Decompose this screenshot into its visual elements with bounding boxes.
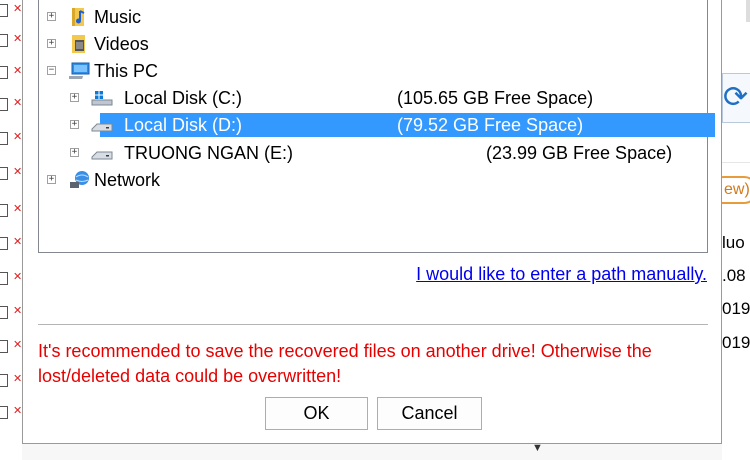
background-row: ✕	[0, 30, 24, 52]
ok-button[interactable]: OK	[265, 397, 368, 430]
background-row: ✕	[0, 302, 24, 324]
free-space-label: (23.99 GB Free Space)	[486, 143, 673, 163]
deleted-marker-icon: ✕	[13, 236, 23, 248]
background-text: 019	[722, 333, 750, 352]
file-checkbox[interactable]	[0, 34, 8, 47]
background-row: ✕	[0, 163, 24, 185]
background-text: luo	[722, 233, 745, 252]
tree-item-label: Music	[94, 7, 142, 27]
background-row: ✕	[0, 0, 24, 22]
free-space-label: (79.52 GB Free Space)	[397, 115, 584, 135]
file-checkbox[interactable]	[0, 204, 8, 217]
deleted-marker-icon: ✕	[13, 203, 23, 215]
expand-icon[interactable]: +	[47, 39, 56, 48]
drive-icon	[91, 151, 113, 160]
background-row: ✕	[0, 62, 24, 84]
tree-item-network[interactable]: + Network	[39, 168, 707, 193]
file-checkbox[interactable]	[0, 66, 8, 79]
background-right-panel: ⟳ ew) luo .08 019 019	[722, 0, 750, 460]
warning-message: It's recommended to save the recovered f…	[38, 341, 652, 386]
scrollbar-edge	[746, 0, 750, 22]
collapse-icon[interactable]: −	[47, 66, 56, 75]
file-checkbox[interactable]	[0, 306, 8, 319]
background-bottom-bar: ▼	[22, 442, 722, 460]
tree-item-music[interactable]: + Music	[39, 5, 707, 30]
tree-item-videos[interactable]: + Videos	[39, 32, 707, 57]
file-checkbox[interactable]	[0, 237, 8, 250]
tree-item-drive-d[interactable]: + Local Disk (D:) (79.52 GB Free Space)	[39, 113, 707, 138]
music-folder-icon	[72, 8, 85, 26]
background-row: ✕	[0, 402, 24, 424]
expand-icon[interactable]: +	[47, 12, 56, 21]
deleted-marker-icon: ✕	[13, 339, 23, 351]
background-text: .08	[722, 266, 746, 285]
background-file-list: ✕ ✕ ✕ ✕ ✕ ✕ ✕ ✕ ✕ ✕ ✕ ✕ ✕	[0, 0, 24, 460]
preview-pill-button[interactable]: ew)	[722, 176, 750, 204]
divider	[38, 324, 708, 325]
background-row: ✕	[0, 336, 24, 358]
drive-label: Local Disk (D:)	[124, 115, 243, 135]
file-checkbox[interactable]	[0, 374, 8, 387]
deleted-marker-icon: ✕	[13, 305, 23, 317]
expand-icon[interactable]: +	[47, 175, 56, 184]
file-checkbox[interactable]	[0, 406, 8, 419]
network-icon	[70, 171, 89, 188]
deleted-marker-icon: ✕	[13, 166, 23, 178]
select-destination-dialog: + Music + Videos − This PC + Local Disk …	[22, 0, 722, 444]
divider	[722, 162, 750, 163]
background-row: ✕	[0, 268, 24, 290]
file-checkbox[interactable]	[0, 98, 8, 111]
computer-icon	[69, 62, 90, 79]
drive-label: TRUONG NGAN (E:)	[124, 143, 293, 163]
background-row: ✕	[0, 233, 24, 255]
background-row: ✕	[0, 128, 24, 150]
tree-item-drive-e[interactable]: + TRUONG NGAN (E:) (23.99 GB Free Space)	[39, 141, 707, 166]
refresh-icon[interactable]: ⟳	[722, 73, 750, 123]
file-checkbox[interactable]	[0, 132, 8, 145]
drive-label: Local Disk (C:)	[124, 88, 243, 108]
deleted-marker-icon: ✕	[13, 3, 23, 15]
tree-item-label: Network	[94, 170, 161, 190]
file-checkbox[interactable]	[0, 340, 8, 353]
deleted-marker-icon: ✕	[13, 405, 23, 417]
background-text: 019	[722, 299, 750, 318]
file-checkbox[interactable]	[0, 272, 8, 285]
tree-item-this-pc[interactable]: − This PC	[39, 59, 707, 84]
deleted-marker-icon: ✕	[13, 65, 23, 77]
deleted-marker-icon: ✕	[13, 271, 23, 283]
background-row: ✕	[0, 94, 24, 116]
folder-tree[interactable]: + Music + Videos − This PC + Local Disk …	[38, 0, 715, 253]
deleted-marker-icon: ✕	[13, 131, 23, 143]
videos-folder-icon	[72, 35, 85, 53]
file-checkbox[interactable]	[0, 4, 8, 17]
free-space-label: (105.65 GB Free Space)	[397, 88, 594, 108]
deleted-marker-icon: ✕	[13, 97, 23, 109]
expand-icon[interactable]: +	[70, 148, 79, 157]
background-row: ✕	[0, 370, 24, 392]
expand-icon[interactable]: +	[70, 93, 79, 102]
drive-icon	[91, 123, 113, 132]
cancel-button[interactable]: Cancel	[377, 397, 482, 430]
tree-item-label: This PC	[94, 61, 159, 81]
windows-drive-icon	[91, 91, 113, 106]
deleted-marker-icon: ✕	[13, 33, 23, 45]
tree-item-label: Videos	[94, 34, 149, 54]
tree-item-drive-c[interactable]: + Local Disk (C:) (105.65 GB Free Space)	[39, 86, 707, 111]
expand-icon[interactable]: +	[70, 120, 79, 129]
deleted-marker-icon: ✕	[13, 373, 23, 385]
background-row: ✕	[0, 200, 24, 222]
file-checkbox[interactable]	[0, 167, 8, 180]
enter-path-manually-link[interactable]: I would like to enter a path manually.	[416, 264, 707, 285]
